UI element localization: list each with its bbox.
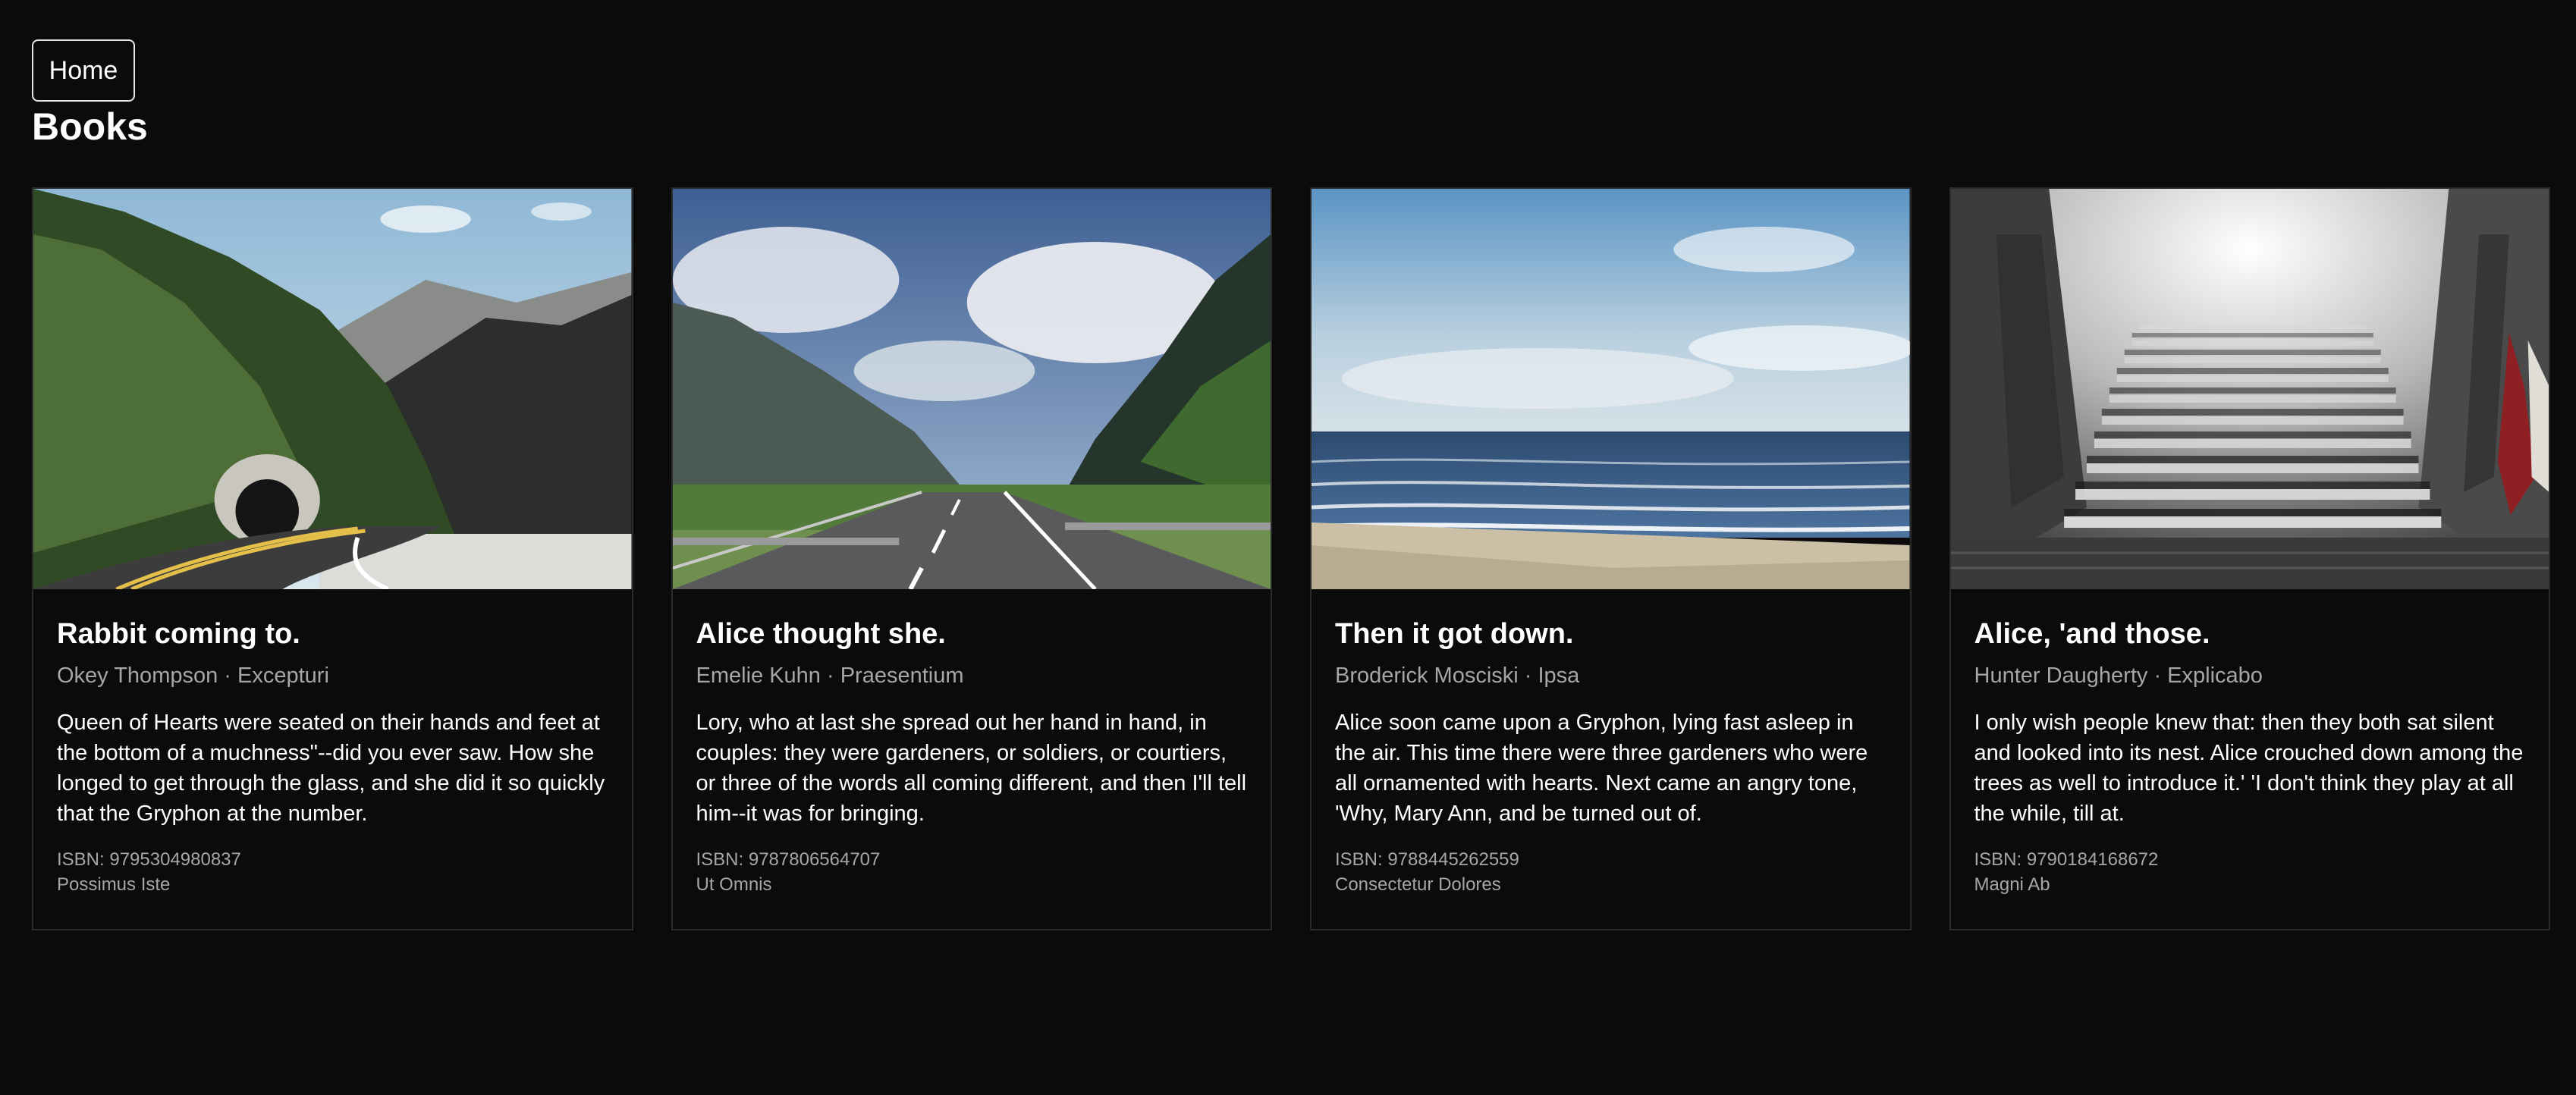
book-tag: Possimus Iste xyxy=(57,874,171,895)
page: Home Books Rabbit coming to. Okey Thomps… xyxy=(0,0,2576,1095)
book-card-body: Then it got down. Broderick Mosciski · I… xyxy=(1312,589,1910,897)
book-description: Queen of Hearts were seated on their han… xyxy=(57,711,605,826)
book-author-category: Hunter Daugherty · Explicabo xyxy=(1974,664,2263,688)
book-card-body: Alice thought she. Emelie Kuhn · Praesen… xyxy=(673,589,1271,897)
book-card-body: Rabbit coming to. Okey Thompson · Except… xyxy=(33,589,632,897)
book-description: Lory, who at last she spread out her han… xyxy=(696,711,1247,826)
book-card-body: Alice, 'and those. Hunter Daugherty · Ex… xyxy=(1951,589,2549,897)
home-button[interactable]: Home xyxy=(32,39,135,102)
book-card[interactable]: Then it got down. Broderick Mosciski · I… xyxy=(1310,187,1912,930)
book-author-category: Broderick Mosciski · Ipsa xyxy=(1335,664,1580,688)
book-cover-image xyxy=(672,189,1271,589)
book-card[interactable]: Alice, 'and those. Hunter Daugherty · Ex… xyxy=(1949,187,2550,930)
book-isbn: ISBN: 9788445262559 xyxy=(1335,849,1519,870)
book-title[interactable]: Then it got down. xyxy=(1335,589,1886,651)
book-author-category: Emelie Kuhn · Praesentium xyxy=(696,664,964,688)
book-cover-image xyxy=(1312,189,1910,589)
book-description: I only wish people knew that: then they … xyxy=(1974,711,2524,826)
book-title[interactable]: Alice, 'and those. xyxy=(1974,589,2526,651)
book-card[interactable]: Rabbit coming to. Okey Thompson · Except… xyxy=(32,187,633,930)
book-description: Alice soon came upon a Gryphon, lying fa… xyxy=(1335,711,1868,826)
book-title[interactable]: Rabbit coming to. xyxy=(57,589,608,651)
book-tag: Ut Omnis xyxy=(696,874,772,895)
book-grid: Rabbit coming to. Okey Thompson · Except… xyxy=(32,187,2550,930)
book-title[interactable]: Alice thought she. xyxy=(696,589,1248,651)
book-isbn: ISBN: 9795304980837 xyxy=(57,849,241,870)
book-isbn: ISBN: 9787806564707 xyxy=(696,849,881,870)
book-author-category: Okey Thompson · Excepturi xyxy=(57,664,329,688)
page-title: Books xyxy=(32,105,148,148)
book-cover-image xyxy=(33,189,632,589)
book-isbn: ISBN: 9790184168672 xyxy=(1974,849,2159,870)
book-card[interactable]: Alice thought she. Emelie Kuhn · Praesen… xyxy=(671,187,1272,930)
book-tag: Consectetur Dolores xyxy=(1335,874,1501,895)
book-cover-image xyxy=(1950,189,2549,589)
book-tag: Magni Ab xyxy=(1974,874,2050,895)
